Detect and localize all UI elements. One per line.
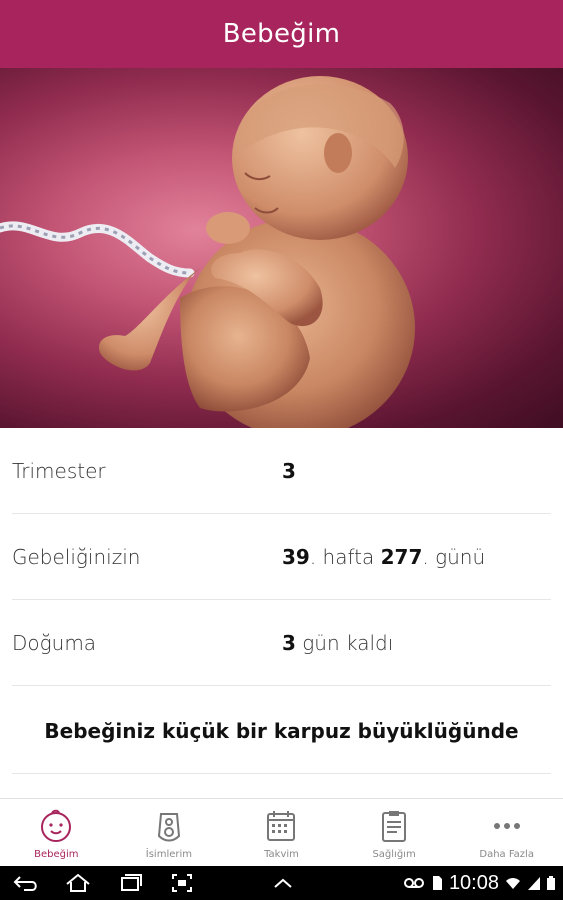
- tab-label: Bebeğim: [34, 849, 79, 860]
- more-icon: [488, 807, 526, 845]
- screenshot-button[interactable]: [156, 866, 208, 900]
- tab-isimlerim[interactable]: İsimlerim: [113, 799, 226, 866]
- recents-icon: [121, 874, 142, 891]
- tab-sagligim[interactable]: Sağlığım: [338, 799, 451, 866]
- screenshot-icon: [172, 874, 192, 892]
- pregnancy-value: 39. hafta 277. günü: [282, 545, 486, 569]
- trimester-row: Trimester 3: [0, 428, 563, 514]
- due-label: Doğuma: [12, 631, 97, 655]
- trimester-label: Trimester: [12, 459, 106, 483]
- tab-bebegim[interactable]: Bebeğim: [0, 799, 113, 866]
- page-title: Bebeğim: [222, 19, 341, 49]
- battery-icon: [547, 876, 555, 890]
- baby-face-icon: [37, 807, 75, 845]
- app-bar: Bebeğim: [0, 0, 563, 68]
- divider: [12, 773, 551, 774]
- fetus-image: [0, 76, 415, 428]
- back-button[interactable]: [0, 866, 52, 900]
- pregnancy-info: Trimester 3 Gebeliğinizin 39. hafta 277.…: [0, 428, 563, 686]
- tab-label: İsimlerim: [145, 849, 193, 860]
- home-button[interactable]: [52, 866, 104, 900]
- voicemail-icon: [403, 878, 424, 888]
- calendar-icon: [262, 807, 300, 845]
- signal-icon: [528, 877, 540, 890]
- tab-takvim[interactable]: Takvim: [225, 799, 338, 866]
- baby-illustration: [0, 68, 563, 428]
- menu-up-button[interactable]: [268, 866, 298, 900]
- wifi-icon: [506, 878, 520, 889]
- divider: [12, 685, 551, 686]
- pregnancy-label: Gebeliğinizin: [12, 545, 141, 569]
- tab-label: Takvim: [264, 849, 299, 860]
- pregnancy-row: Gebeliğinizin 39. hafta 277. günü: [0, 514, 563, 600]
- tab-daha-fazla[interactable]: Daha Fazla: [450, 799, 563, 866]
- due-row: Doğuma 3 gün kaldı: [0, 600, 563, 686]
- baby-size-text: Bebeğiniz küçük bir karpuz büyüklüğünde: [44, 719, 519, 743]
- tab-label: Sağlığım: [372, 849, 416, 860]
- recents-button[interactable]: [104, 866, 156, 900]
- back-icon: [13, 876, 37, 891]
- due-value: 3 gün kaldı: [282, 631, 394, 655]
- trimester-value: 3: [282, 459, 296, 483]
- name-tag-icon: [150, 807, 188, 845]
- home-icon: [66, 873, 90, 892]
- sd-card-icon: [432, 876, 442, 890]
- clock: 10:08: [448, 871, 499, 894]
- system-nav-bar: 10:08: [0, 866, 563, 900]
- bottom-tab-bar: Bebeğim İsimlerim Takvim Sağlığım Daha F…: [0, 798, 563, 866]
- tab-label: Daha Fazla: [479, 849, 534, 860]
- chevron-up-icon: [274, 878, 292, 888]
- clipboard-icon: [375, 807, 413, 845]
